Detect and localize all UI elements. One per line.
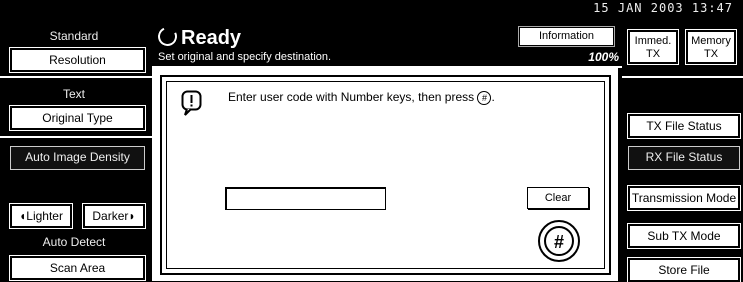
- message-period: .: [491, 90, 495, 104]
- ready-icon: [155, 24, 180, 49]
- exclamation-icon: [181, 90, 202, 116]
- hash-symbol-icon: #: [477, 91, 492, 105]
- darker-button[interactable]: Darker◗: [82, 203, 146, 229]
- tx-file-status-button[interactable]: TX File Status: [627, 113, 741, 139]
- divider: [0, 76, 152, 78]
- resolution-button[interactable]: Resolution: [9, 47, 146, 73]
- immed-tx-line1: Immed.: [634, 35, 672, 47]
- memory-tx-line2: TX: [703, 48, 719, 60]
- darker-label: Darker: [92, 209, 129, 223]
- ready-text: Ready: [181, 27, 242, 49]
- store-file-button[interactable]: Store File: [627, 257, 741, 282]
- lighter-label: Lighter: [26, 209, 63, 223]
- clear-button[interactable]: Clear: [527, 187, 589, 209]
- user-code-dialog: Enter user code with Number keys, then p…: [160, 75, 611, 275]
- lighter-button[interactable]: ◖Lighter: [9, 203, 73, 229]
- standard-label: Standard: [4, 26, 144, 46]
- message-text: Enter user code with Number keys, then p…: [228, 90, 475, 104]
- information-button[interactable]: Information: [518, 26, 615, 47]
- datetime: 15 JAN 2003 13:47: [593, 1, 733, 15]
- hash-key-icon: #: [544, 226, 574, 256]
- scale-percent: 100%: [588, 50, 619, 64]
- transmission-mode-button[interactable]: Transmission Mode: [627, 185, 741, 211]
- original-type-button[interactable]: Original Type: [9, 105, 146, 131]
- memory-tx-line1: Memory: [691, 35, 731, 47]
- auto-image-density-button[interactable]: Auto Image Density: [10, 146, 145, 170]
- sub-tx-mode-button[interactable]: Sub TX Mode: [627, 223, 741, 249]
- right-divider: [622, 76, 743, 78]
- scan-area-button[interactable]: Scan Area: [9, 255, 146, 281]
- hash-key-button[interactable]: #: [538, 220, 580, 262]
- user-code-input[interactable]: [225, 187, 386, 210]
- memory-tx-button[interactable]: Memory TX: [685, 29, 737, 65]
- text-label: Text: [4, 84, 144, 104]
- ready-status: Ready: [155, 24, 242, 50]
- immed-tx-button[interactable]: Immed. TX: [627, 29, 679, 65]
- auto-detect-label: Auto Detect: [4, 232, 144, 252]
- instruction-text: Set original and specify destination.: [158, 51, 332, 63]
- dialog-message: Enter user code with Number keys, then p…: [228, 90, 495, 105]
- immed-tx-line2: TX: [645, 48, 661, 60]
- rx-file-status-button[interactable]: RX File Status: [628, 146, 740, 170]
- divider: [0, 136, 152, 138]
